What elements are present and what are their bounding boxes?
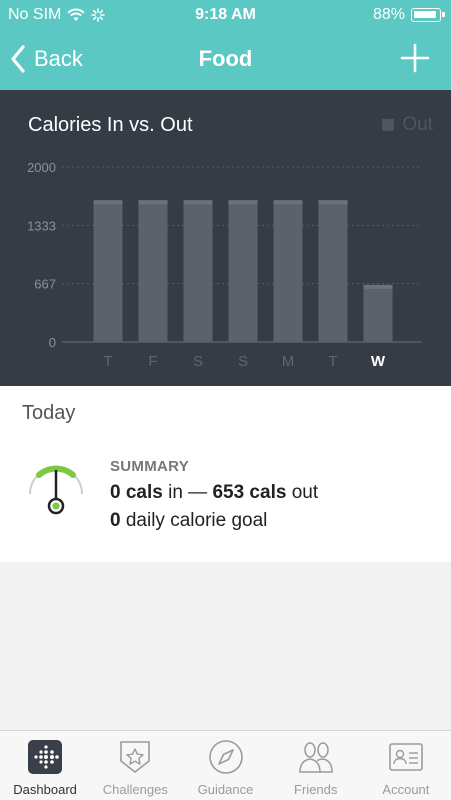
friends-icon <box>298 742 333 773</box>
x-tick-label: S <box>238 353 248 370</box>
chart-bar[interactable] <box>138 200 168 342</box>
calories-in-out-text: 0 cals in — 653 cals out <box>110 482 318 504</box>
x-tick-label: F <box>148 353 157 370</box>
chart-bar-cap <box>228 200 258 205</box>
star-badge-icon <box>120 741 151 774</box>
account-card-icon <box>389 743 423 771</box>
page-title: Food <box>198 46 253 71</box>
x-tick-label: M <box>282 353 295 370</box>
y-tick-label: 667 <box>34 277 56 292</box>
calorie-goal-value: 0 <box>110 510 121 531</box>
chart-bar-cap <box>363 284 393 289</box>
tab-dashboard[interactable]: Dashboard <box>0 731 90 800</box>
tab-label-challenges: Challenges <box>102 782 168 797</box>
calories-in-value: 0 cals <box>110 482 163 503</box>
status-right: 88% <box>372 6 445 24</box>
chart-bar[interactable] <box>183 200 213 342</box>
tab-label-dashboard: Dashboard <box>13 782 77 797</box>
tab-guidance[interactable]: Guidance <box>180 731 270 800</box>
tab-bar: Dashboard Challenges Guidance Friends Ac… <box>0 730 451 800</box>
legend-swatch <box>382 119 395 131</box>
legend-label: Out <box>402 114 433 135</box>
status-bar: No SIM 9:18 AM 88% <box>0 0 451 30</box>
y-tick-label: 1333 <box>27 218 56 233</box>
today-heading: Today <box>22 402 76 424</box>
chart-bar[interactable] <box>273 200 303 342</box>
add-button[interactable] <box>399 42 431 74</box>
calorie-goal-text: 0 daily calorie goal <box>110 510 267 532</box>
chart-bar-cap <box>273 200 303 205</box>
calories-in-label: in — <box>162 482 213 503</box>
tab-friends[interactable]: Friends <box>271 731 361 800</box>
compass-icon <box>208 740 243 774</box>
calorie-gauge-icon <box>29 465 83 515</box>
calories-out-value: 653 cals <box>212 482 287 503</box>
calories-bar-chart: 2000 1333 667 0 T F S S M T W <box>27 160 422 370</box>
chart-bar-cap <box>183 200 213 205</box>
nav-bar: Back Food <box>0 30 451 90</box>
chart-bar[interactable] <box>228 200 258 342</box>
tab-challenges[interactable]: Challenges <box>90 731 180 800</box>
dashboard-icon <box>28 740 63 774</box>
battery-percent: 88% <box>372 6 405 23</box>
chart-title: Calories In vs. Out <box>28 114 193 136</box>
today-section: Today SUMMARY 0 cals in — 653 cals out 0… <box>0 386 451 562</box>
calorie-goal-label: daily calorie goal <box>120 510 268 531</box>
x-tick-label: T <box>103 353 112 370</box>
chart-bar[interactable] <box>318 200 348 342</box>
y-tick-label: 2000 <box>27 160 56 175</box>
y-tick-label: 0 <box>49 335 56 350</box>
summary-heading: SUMMARY <box>110 458 190 475</box>
chart-bar-cap <box>318 200 348 205</box>
x-tick-label: W <box>371 353 386 370</box>
chart-legend: Out <box>382 114 433 136</box>
app-header: No SIM 9:18 AM 88% Back Food <box>0 0 451 90</box>
chart-bar[interactable] <box>363 284 393 342</box>
calories-chart-panel: Calories In vs. Out Out 2000 1333 667 0 T F S S… <box>0 90 451 386</box>
tab-label-friends: Friends <box>294 782 338 797</box>
chart-bar-cap <box>93 200 123 205</box>
plus-icon <box>400 43 430 73</box>
x-tick-label: T <box>328 353 337 370</box>
tab-account[interactable]: Account <box>361 731 451 800</box>
tab-label-guidance: Guidance <box>197 782 254 797</box>
x-tick-label: S <box>193 353 203 370</box>
chart-bar-cap <box>138 200 168 205</box>
chart-bar[interactable] <box>93 200 123 342</box>
calories-out-label: out <box>286 482 319 503</box>
tab-label-account: Account <box>382 782 430 797</box>
battery-icon <box>411 8 445 22</box>
summary-row[interactable]: SUMMARY 0 cals in — 653 cals out 0 daily… <box>0 454 451 534</box>
